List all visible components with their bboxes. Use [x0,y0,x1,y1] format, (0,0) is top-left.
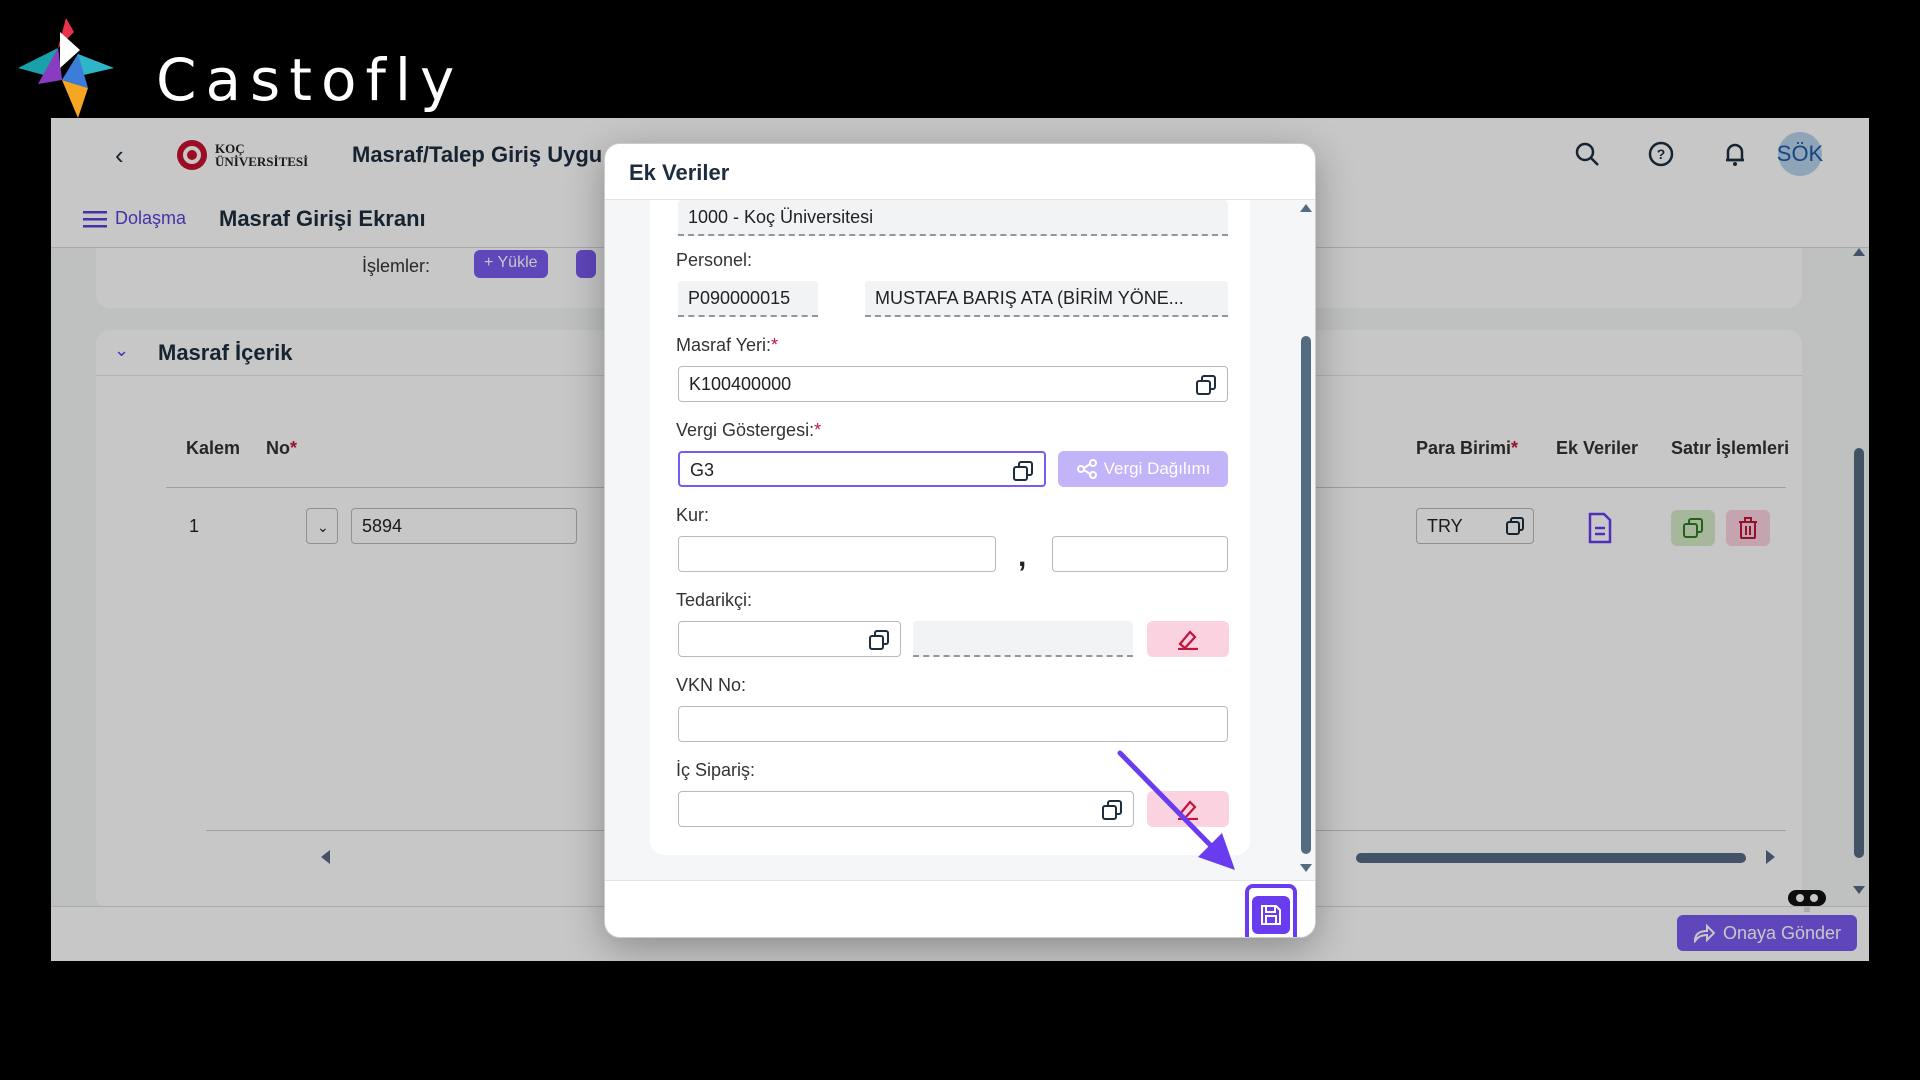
dialog-vertical-scrollbar[interactable] [1299,204,1313,874]
scroll-up-icon[interactable] [1300,204,1312,212]
scroll-down-icon[interactable] [1300,864,1312,872]
kur-label: Kur: [676,505,710,525]
company-field: 1000 - Koç Üniversitesi [678,200,1228,236]
masraf-yeri-value: K100400000 [689,374,792,394]
personel-name-field: MUSTAFA BARIŞ ATA (BİRİM YÖNE... [865,281,1228,317]
vergi-label-text: Vergi Göstergesi: [676,420,815,440]
share-icon [1076,459,1097,479]
vkn-label: VKN No: [676,675,747,695]
personel-label: Personel: [676,250,753,270]
vkn-input[interactable] [678,706,1228,742]
vergi-dagilimi-button[interactable]: Vergi Dağılımı [1058,451,1228,487]
value-help-icon[interactable] [868,629,890,651]
vergi-label: Vergi Göstergesi:* [676,420,822,440]
masraf-yeri-input[interactable]: K100400000 [678,366,1228,402]
save-button[interactable] [1245,884,1297,937]
save-button-inner [1252,896,1290,934]
company-value: 1000 - Koç Üniversitesi [688,207,874,227]
tedarikci-input[interactable] [678,621,901,657]
tedarikci-label: Tedarikçi: [676,590,753,610]
kur-input-1[interactable] [678,536,996,572]
kur-separator: , [1018,540,1027,573]
vergi-gostergesi-input[interactable]: G3 [678,451,1046,487]
personel-id-value: P090000015 [688,288,791,308]
vergi-dagilimi-label: Vergi Dağılımı [1103,459,1211,478]
masraf-yeri-label-text: Masraf Yeri: [676,335,772,355]
clear-tedarikci-button[interactable] [1147,621,1229,657]
annotation-arrow-icon [1117,750,1235,870]
vergi-value: G3 [690,460,715,480]
tedarikci-name-field [913,621,1133,657]
dialog-header: Ek Veriler [605,144,1315,200]
castofly-brand: Castofly [18,18,454,128]
masraf-yeri-label: Masraf Yeri:* [676,335,779,355]
personel-name-value: MUSTAFA BARIŞ ATA (BİRİM YÖNE... [875,288,1184,308]
eraser-icon [1178,630,1198,650]
dialog-footer [605,880,1315,937]
ic-siparis-label: İç Sipariş: [676,760,756,780]
kur-input-2[interactable] [1052,536,1228,572]
value-help-icon[interactable] [1012,460,1034,482]
personel-id-field: P090000015 [678,281,818,317]
castofly-logo-icon [18,18,114,118]
dialog-scrollbar-thumb[interactable] [1301,336,1311,854]
value-help-icon[interactable] [1195,374,1217,396]
save-icon [1261,905,1281,925]
ic-siparis-input[interactable] [678,791,1134,827]
dialog-title: Ek Veriler [629,160,730,185]
brand-name: Castofly [156,46,464,114]
